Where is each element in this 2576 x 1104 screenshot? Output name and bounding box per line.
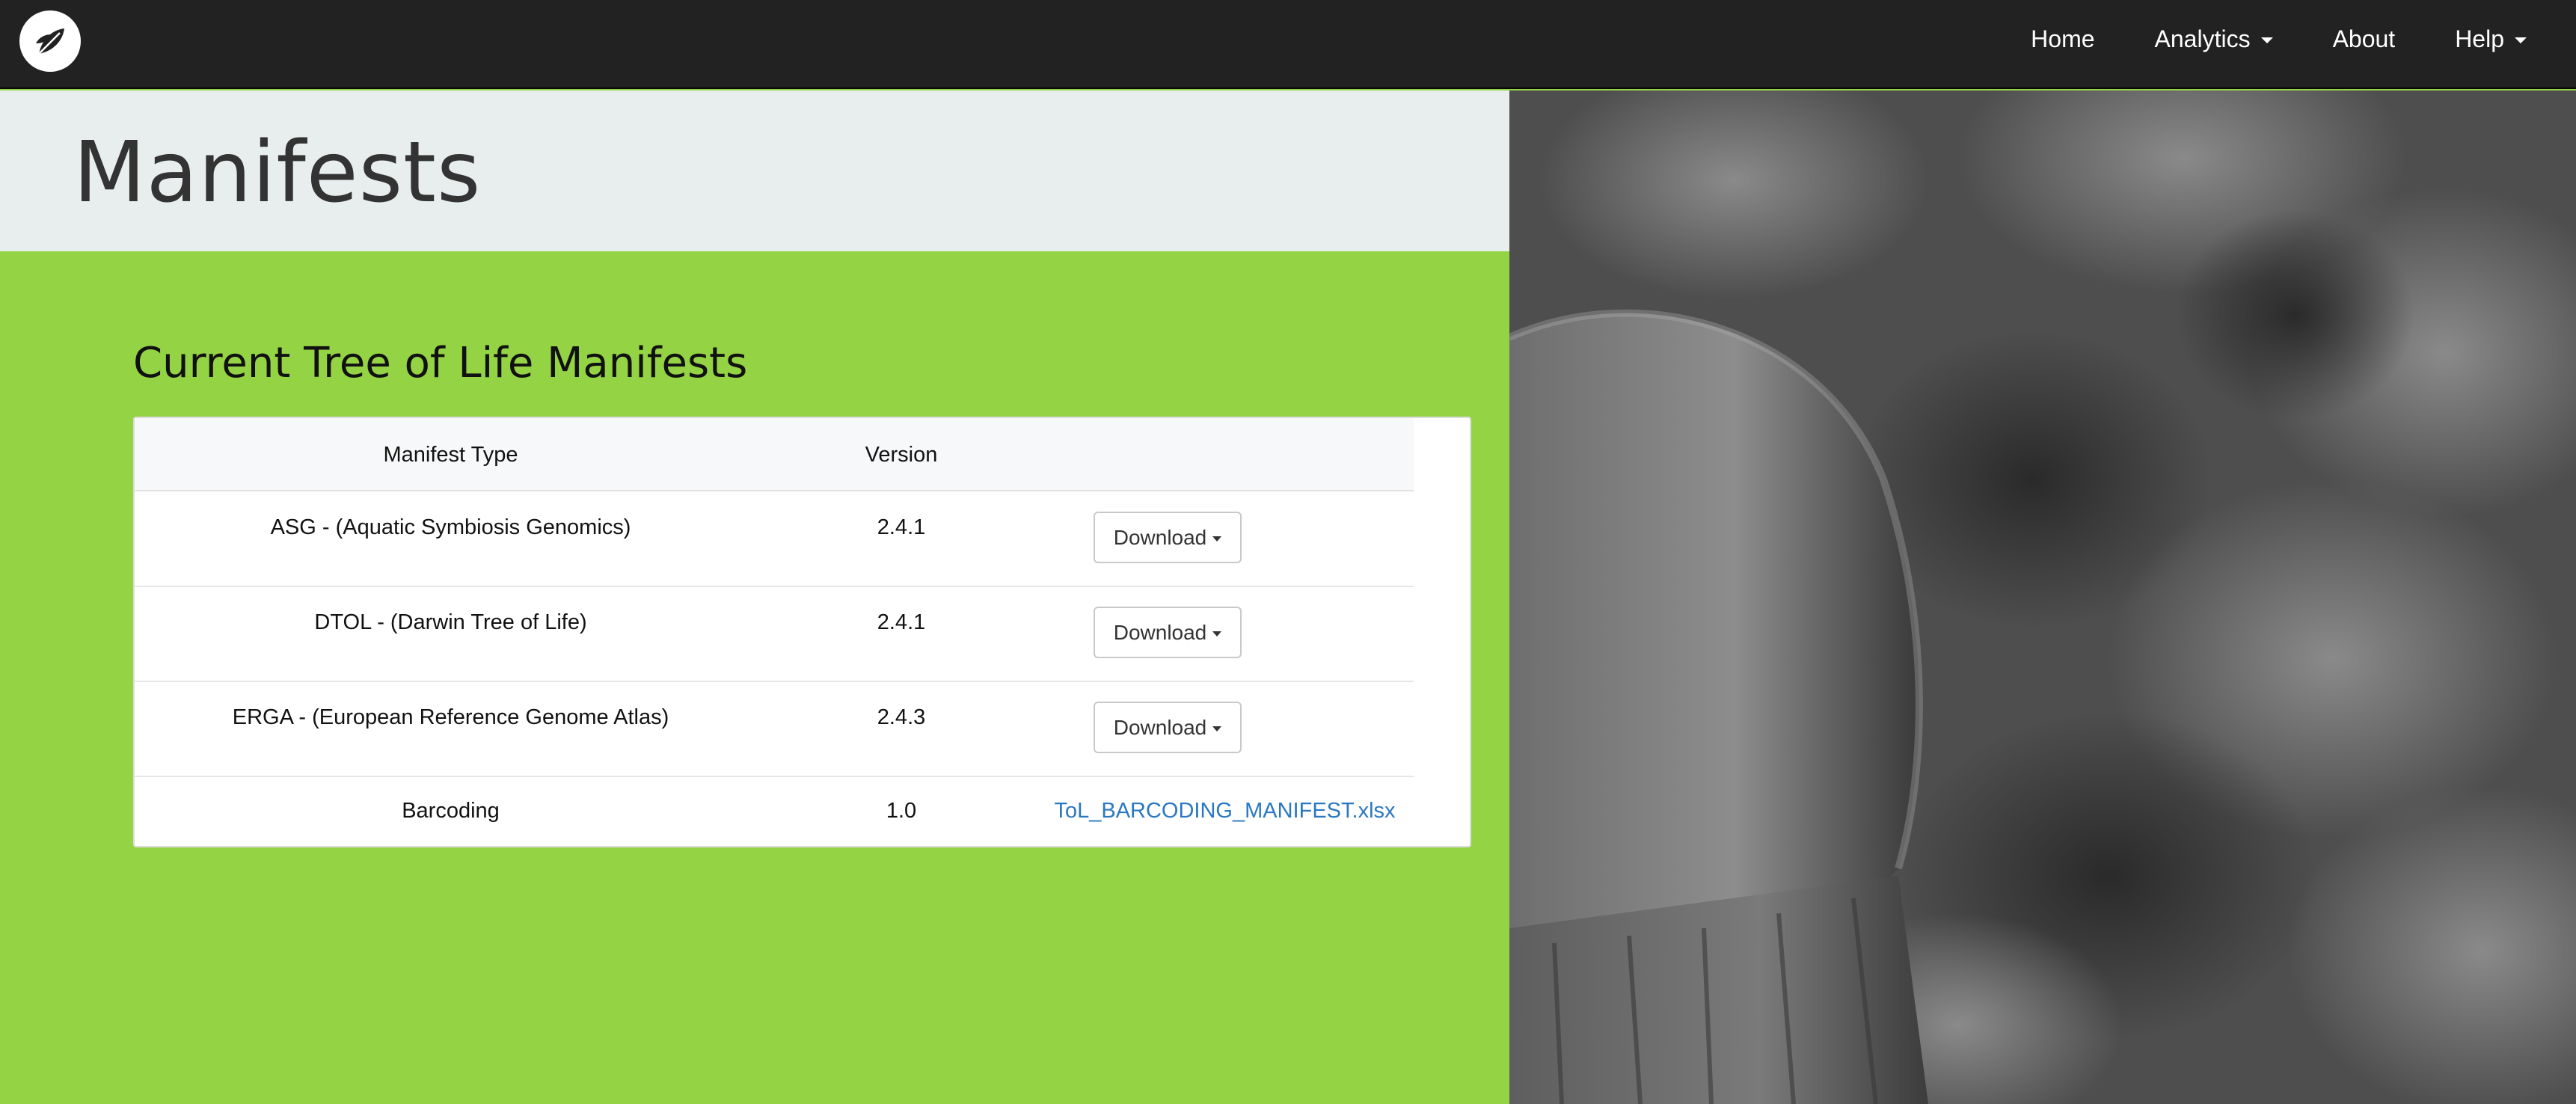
nav-about-label: About bbox=[2332, 25, 2396, 52]
download-button[interactable]: Download bbox=[1094, 702, 1242, 753]
download-button-label: Download bbox=[1113, 525, 1207, 549]
download-button-label: Download bbox=[1113, 620, 1207, 644]
table-header-row: Manifest Type Version bbox=[135, 418, 1414, 491]
download-button-label: Download bbox=[1113, 715, 1207, 739]
nav-help-dropdown[interactable]: Help bbox=[2425, 25, 2557, 53]
table-row: ASG - (Aquatic Symbiosis Genomics) 2.4.1… bbox=[135, 493, 1414, 587]
manifest-type-cell: DTOL - (Darwin Tree of Life) bbox=[314, 610, 587, 634]
manifest-type-cell: Barcoding bbox=[402, 799, 500, 823]
top-navbar: Home Analytics About Help bbox=[0, 0, 2576, 89]
caret-down-icon bbox=[1212, 536, 1222, 542]
version-cell: 2.4.1 bbox=[877, 610, 926, 634]
manifest-type-cell: ASG - (Aquatic Symbiosis Genomics) bbox=[270, 515, 631, 539]
nav-analytics-dropdown[interactable]: Analytics bbox=[2125, 25, 2303, 53]
caret-down-icon bbox=[1212, 726, 1222, 732]
caret-down-icon bbox=[2515, 37, 2527, 43]
nav-home[interactable]: Home bbox=[2001, 25, 2124, 53]
caret-down-icon bbox=[2260, 37, 2273, 43]
hero-photo bbox=[1509, 91, 2576, 1104]
version-cell: 2.4.3 bbox=[877, 705, 926, 729]
page-title: Manifests bbox=[73, 124, 482, 221]
download-button[interactable]: Download bbox=[1094, 512, 1242, 563]
download-button[interactable]: Download bbox=[1094, 607, 1242, 658]
manifest-type-cell: ERGA - (European Reference Genome Atlas) bbox=[232, 705, 669, 729]
table-row: Barcoding 1.0 ToL_BARCODING_MANIFEST.xls… bbox=[135, 776, 1470, 849]
caret-down-icon bbox=[1212, 631, 1222, 637]
manifests-table: Manifest Type Version ASG - (Aquatic Sym… bbox=[133, 417, 1471, 847]
nav-about[interactable]: About bbox=[2303, 25, 2426, 53]
barcoding-manifest-link[interactable]: ToL_BARCODING_MANIFEST.xlsx bbox=[1036, 799, 1414, 824]
version-cell: 2.4.1 bbox=[877, 515, 926, 539]
table-row: DTOL - (Darwin Tree of Life) 2.4.1 Downl… bbox=[135, 588, 1414, 682]
nav-links: Home Analytics About Help bbox=[2001, 0, 2557, 78]
leaf-logo-icon[interactable] bbox=[19, 10, 81, 72]
column-header-version: Version bbox=[865, 443, 938, 467]
table-row: ERGA - (European Reference Genome Atlas)… bbox=[135, 683, 1414, 777]
version-cell: 1.0 bbox=[886, 799, 917, 823]
nav-analytics-label: Analytics bbox=[2154, 25, 2251, 52]
section-title: Current Tree of Life Manifests bbox=[133, 339, 748, 387]
nav-help-label: Help bbox=[2455, 25, 2504, 52]
nav-home-label: Home bbox=[2031, 25, 2095, 52]
column-header-manifest-type: Manifest Type bbox=[383, 443, 518, 467]
page-header: Manifests bbox=[0, 91, 1509, 251]
